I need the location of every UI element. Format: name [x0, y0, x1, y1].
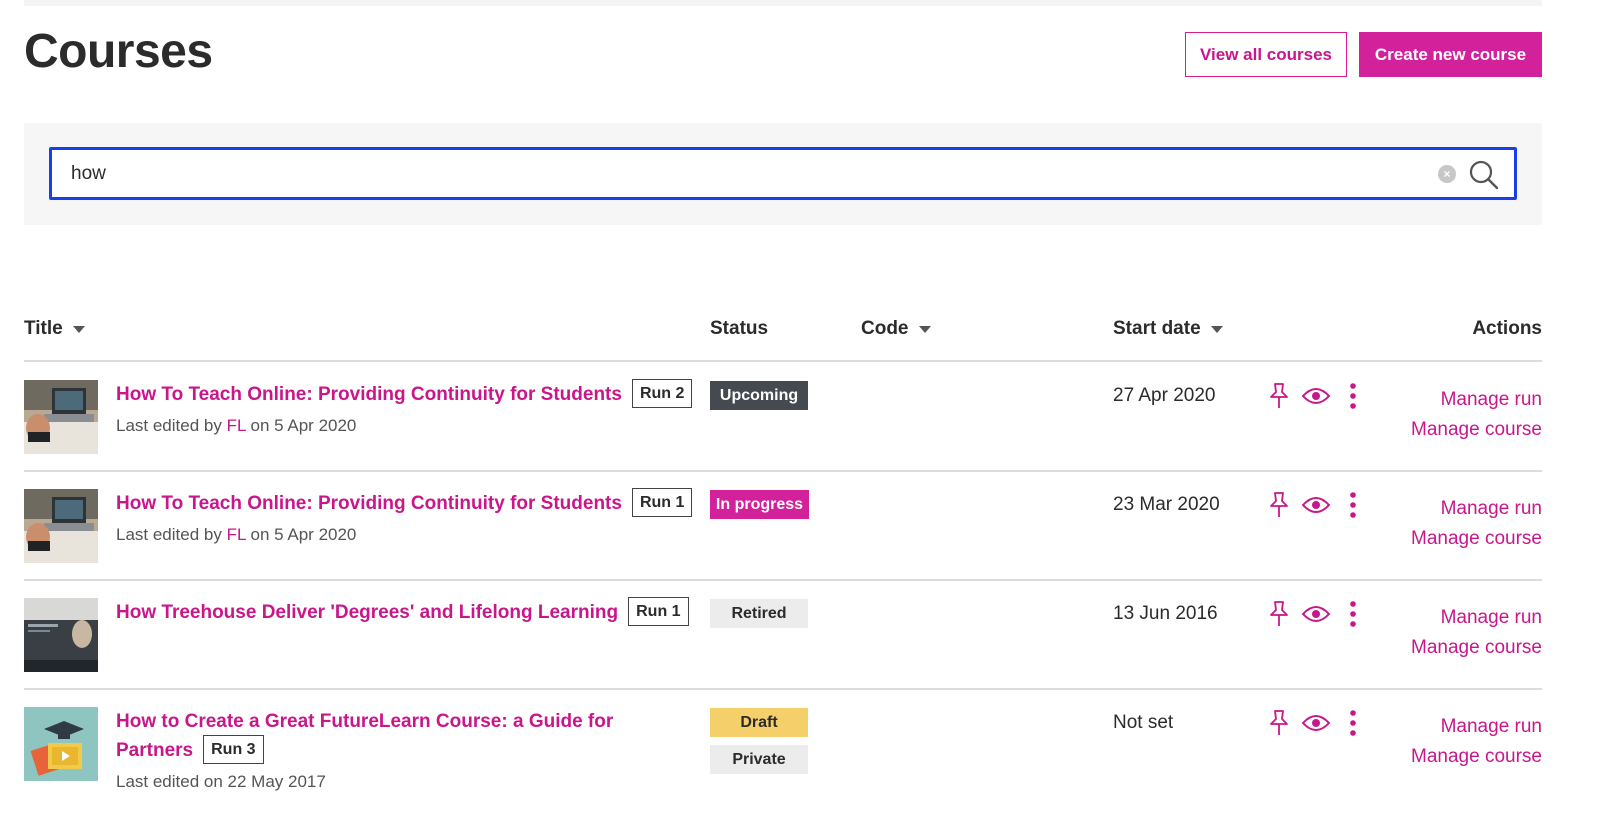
status-badge: Upcoming — [710, 381, 808, 410]
column-status: Status — [710, 318, 768, 340]
course-thumbnail — [24, 380, 98, 454]
edited-user-link[interactable]: FL — [227, 525, 246, 544]
create-new-course-button[interactable]: Create new course — [1359, 32, 1542, 77]
more-vertical-icon[interactable] — [1338, 708, 1368, 738]
last-edited: Last edited on 22 May 2017 — [116, 772, 326, 792]
eye-icon[interactable] — [1301, 599, 1331, 629]
clear-icon[interactable]: × — [1438, 165, 1456, 183]
last-edited: Last edited by FL on 5 Apr 2020 — [116, 416, 696, 436]
edited-prefix: Last edited by — [116, 525, 227, 545]
column-code-label: Code — [861, 318, 909, 339]
course-info: How To Teach Online: Providing Continuit… — [116, 379, 696, 436]
start-date: Not set — [1113, 712, 1174, 733]
column-title[interactable]: Title — [24, 318, 85, 340]
eye-icon[interactable] — [1301, 490, 1331, 520]
run-badge: Run 1 — [631, 488, 693, 518]
course-info: How Treehouse Deliver 'Degrees' and Life… — [116, 597, 696, 628]
sort-caret-icon — [1210, 325, 1223, 333]
page-title: Courses — [24, 25, 213, 78]
manage-links: Manage run Manage course — [1411, 494, 1542, 554]
manage-links: Manage run Manage course — [1411, 385, 1542, 445]
search-value: how — [71, 163, 106, 184]
column-actions-label: Actions — [1472, 318, 1542, 339]
manage-course-link[interactable]: Manage course — [1411, 633, 1542, 663]
manage-links: Manage run Manage course — [1411, 603, 1542, 663]
pin-icon[interactable] — [1264, 599, 1294, 629]
column-start-date[interactable]: Start date — [1113, 318, 1223, 340]
manage-run-link[interactable]: Manage run — [1411, 385, 1542, 415]
course-thumbnail — [24, 707, 98, 781]
course-thumbnail — [24, 489, 98, 563]
manage-run-link[interactable]: Manage run — [1411, 603, 1542, 633]
column-start-date-label: Start date — [1113, 318, 1201, 339]
course-title-link[interactable]: How Treehouse Deliver 'Degrees' and Life… — [116, 602, 618, 623]
pin-icon[interactable] — [1264, 490, 1294, 520]
manage-course-link[interactable]: Manage course — [1411, 415, 1542, 445]
course-title-link[interactable]: How to Create a Great FutureLearn Course… — [116, 711, 613, 761]
row-action-icons — [1264, 490, 1375, 520]
last-edited: Last edited by FL on 5 Apr 2020 — [116, 525, 696, 545]
start-date: 23 Mar 2020 — [1113, 494, 1220, 515]
more-vertical-icon[interactable] — [1338, 599, 1368, 629]
table-row: How Treehouse Deliver 'Degrees' and Life… — [24, 581, 1542, 690]
row-action-icons — [1264, 599, 1375, 629]
row-action-icons — [1264, 381, 1375, 411]
sort-caret-icon — [72, 325, 85, 333]
start-date: 27 Apr 2020 — [1113, 385, 1216, 406]
edited-suffix: on 5 Apr 2020 — [245, 416, 357, 436]
course-info: How to Create a Great FutureLearn Course… — [116, 707, 636, 792]
sort-caret-icon — [918, 325, 931, 333]
eye-icon[interactable] — [1301, 708, 1331, 738]
status-badge: In progress — [710, 490, 809, 519]
visibility-badge: Private — [710, 745, 808, 774]
search-icon[interactable] — [1468, 159, 1500, 191]
search-input[interactable]: how × — [49, 147, 1517, 200]
start-date: 13 Jun 2016 — [1113, 603, 1218, 624]
edited-prefix: Last edited by — [116, 416, 227, 436]
eye-icon[interactable] — [1301, 381, 1331, 411]
course-title-link[interactable]: How To Teach Online: Providing Continuit… — [116, 493, 622, 514]
column-title-label: Title — [24, 318, 63, 339]
column-status-label: Status — [710, 318, 769, 339]
table-row: How To Teach Online: Providing Continuit… — [24, 472, 1542, 581]
pin-icon[interactable] — [1264, 708, 1294, 738]
top-strip — [24, 0, 1542, 6]
manage-run-link[interactable]: Manage run — [1411, 494, 1542, 524]
table-header: Title Status Code Start date Actions — [24, 310, 1542, 362]
row-action-icons — [1264, 708, 1375, 738]
view-all-courses-button[interactable]: View all courses — [1185, 32, 1347, 77]
status-badge: Retired — [710, 599, 808, 628]
course-thumbnail — [24, 598, 98, 672]
more-vertical-icon[interactable] — [1338, 490, 1368, 520]
run-badge: Run 3 — [203, 735, 264, 765]
run-badge: Run 2 — [631, 379, 693, 409]
manage-run-link[interactable]: Manage run — [1411, 712, 1542, 742]
column-actions: Actions — [1472, 318, 1542, 340]
manage-course-link[interactable]: Manage course — [1411, 524, 1542, 554]
manage-course-link[interactable]: Manage course — [1411, 742, 1542, 772]
course-info: How To Teach Online: Providing Continuit… — [116, 488, 696, 545]
table-row: How to Create a Great FutureLearn Course… — [24, 690, 1542, 831]
status-badge: Draft — [710, 708, 808, 737]
edited-suffix: on 5 Apr 2020 — [245, 525, 357, 545]
column-code[interactable]: Code — [861, 318, 931, 340]
course-title-link[interactable]: How To Teach Online: Providing Continuit… — [116, 384, 622, 405]
manage-links: Manage run Manage course — [1411, 712, 1542, 772]
table-row: How To Teach Online: Providing Continuit… — [24, 363, 1542, 472]
pin-icon[interactable] — [1264, 381, 1294, 411]
more-vertical-icon[interactable] — [1338, 381, 1368, 411]
edited-user-link[interactable]: FL — [227, 416, 246, 435]
run-badge: Run 1 — [628, 597, 689, 627]
